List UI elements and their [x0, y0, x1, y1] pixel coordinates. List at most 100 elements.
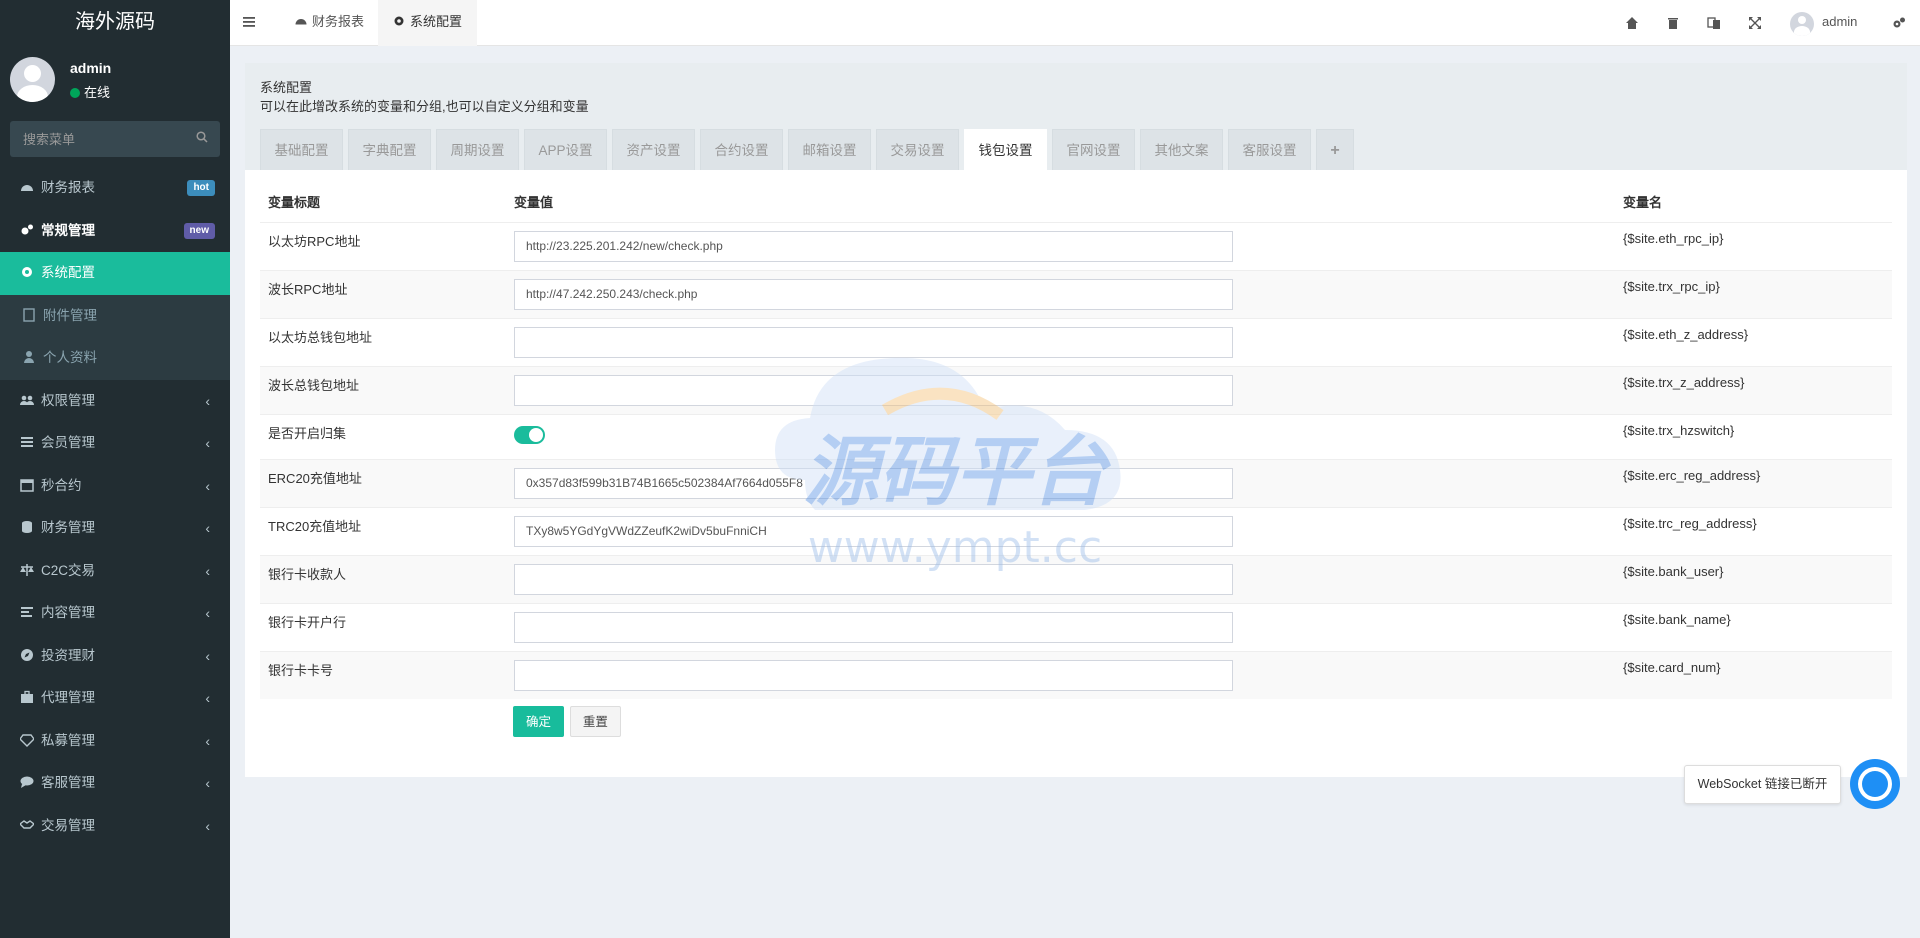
row-title: 银行卡卡号: [260, 650, 506, 699]
bank-user-input[interactable]: [514, 563, 1233, 595]
row-title: 以太坊RPC地址: [260, 221, 506, 270]
new-badge: new: [183, 222, 215, 239]
sidebar-item-investment[interactable]: 投资理财 ‹: [0, 635, 230, 678]
tab-wallet[interactable]: 钱包设置: [964, 129, 1047, 170]
row-var-name: {$site.eth_rpc_ip}: [1615, 221, 1892, 270]
row-var-name: {$site.trx_z_address}: [1615, 365, 1892, 414]
chevron-left-icon: ‹: [205, 435, 210, 451]
row-title: 波长RPC地址: [260, 269, 506, 318]
row-var-name: {$site.card_num}: [1615, 650, 1892, 699]
sidebar-item-private-equity[interactable]: 私募管理 ‹: [0, 720, 230, 763]
table-row: 波长总钱包地址 {$site.trx_z_address}: [260, 365, 1892, 414]
tab-email[interactable]: 邮箱设置: [788, 129, 871, 170]
cogs-icon: [21, 224, 33, 234]
sidebar-item-finance-report[interactable]: 财务报表 hot: [0, 167, 230, 210]
sidebar-item-second-contract[interactable]: 秒合约 ‹: [0, 465, 230, 508]
card-num-input[interactable]: [514, 659, 1233, 691]
sidebar-item-permissions[interactable]: 权限管理 ‹: [0, 380, 230, 423]
tab-trade[interactable]: 交易设置: [876, 129, 959, 170]
websocket-tip: WebSocket 链接已断开: [1684, 765, 1841, 804]
row-var-name: {$site.trx_rpc_ip}: [1615, 269, 1892, 318]
top-header: 财务报表 系统配置 admin: [230, 0, 1920, 46]
tab-period[interactable]: 周期设置: [436, 129, 519, 170]
user-name: admin: [70, 60, 112, 76]
avatar: [10, 57, 55, 102]
panel-heading: 系统配置 可以在此增改系统的变量和分组,也可以自定义分组和变量 基础配置 字典配…: [245, 63, 1907, 170]
app-logo[interactable]: 海外源码: [0, 0, 230, 45]
tab-customer-service[interactable]: 客服设置: [1228, 129, 1311, 170]
table-row: 银行卡开户行 {$site.bank_name}: [260, 602, 1892, 651]
trash-icon[interactable]: [1666, 16, 1680, 30]
col-header-title: 变量标题: [268, 194, 321, 210]
tab-contract[interactable]: 合约设置: [700, 129, 783, 170]
sidebar-item-members[interactable]: 会员管理 ‹: [0, 422, 230, 465]
comment-icon: [20, 776, 34, 788]
tab-other-text[interactable]: 其他文案: [1140, 129, 1223, 170]
chevron-left-icon: ‹: [205, 647, 210, 664]
eth-wallet-input[interactable]: [514, 326, 1233, 358]
menu-toggle-icon[interactable]: [242, 15, 256, 29]
row-title: 是否开启归集: [260, 413, 506, 459]
chevron-left-icon: ‹: [205, 690, 210, 706]
tab-basic[interactable]: 基础配置: [260, 129, 343, 170]
diamond-icon: [20, 733, 34, 747]
sidebar-item-system-config[interactable]: 系统配置: [0, 252, 230, 295]
row-title: 银行卡收款人: [260, 554, 506, 603]
tab-app[interactable]: APP设置: [524, 129, 607, 170]
row-var-name: {$site.bank_name}: [1615, 602, 1892, 651]
tab-asset[interactable]: 资产设置: [612, 129, 695, 170]
tab-dictionary[interactable]: 字典配置: [348, 129, 431, 170]
hot-badge: hot: [187, 180, 215, 196]
balance-scale-icon: [20, 563, 34, 576]
row-var-name: {$site.erc_reg_address}: [1615, 458, 1892, 507]
chevron-left-icon: ‹: [205, 392, 210, 409]
tab-system-config[interactable]: 系统配置: [378, 0, 478, 46]
briefcase-icon: [21, 690, 33, 703]
chat-bubble-icon[interactable]: [1850, 759, 1900, 809]
submit-button[interactable]: 确定: [513, 706, 565, 737]
table-row: 以太坊RPC地址 {$site.eth_rpc_ip}: [260, 221, 1892, 270]
table-row: 是否开启归集 {$site.trx_hzswitch}: [260, 413, 1892, 459]
collect-switch-toggle[interactable]: [514, 425, 545, 444]
config-table: 变量标题 变量值 变量名 以太坊RPC地址 {$site.eth_rpc_ip}…: [260, 181, 1892, 699]
chevron-left-icon: ‹: [205, 732, 210, 749]
tab-finance-report[interactable]: 财务报表: [280, 0, 379, 46]
bank-name-input[interactable]: [514, 611, 1233, 643]
sidebar-item-general[interactable]: 常规管理 new: [0, 210, 230, 253]
row-title: 以太坊总钱包地址: [260, 317, 506, 366]
sidebar-item-content[interactable]: 内容管理 ‹: [0, 592, 230, 635]
config-panel: 系统配置 可以在此增改系统的变量和分组,也可以自定义分组和变量 基础配置 字典配…: [245, 63, 1907, 777]
row-var-name: {$site.trc_reg_address}: [1615, 506, 1892, 555]
sidebar-item-agents[interactable]: 代理管理 ‹: [0, 677, 230, 720]
sidebar-item-profile[interactable]: 个人资料: [0, 337, 230, 380]
eth-rpc-input[interactable]: [514, 230, 1233, 262]
col-header-name: 变量名: [1623, 194, 1663, 210]
menu-search-input[interactable]: [10, 121, 220, 157]
table-row: TRC20充值地址 {$site.trc_reg_address}: [260, 506, 1892, 555]
header-user-name: admin: [1822, 14, 1858, 29]
sidebar-menu: 财务报表 hot 常规管理 new 系统配置 附件管理 个人资料 权限管理 ‹ …: [0, 167, 230, 847]
chevron-left-icon: ‹: [205, 520, 210, 536]
trc20-address-input[interactable]: [514, 515, 1233, 547]
trx-rpc-input[interactable]: [514, 278, 1233, 310]
search-icon[interactable]: [196, 131, 208, 143]
translate-icon[interactable]: [1707, 16, 1721, 30]
row-title: 波长总钱包地址: [260, 365, 506, 414]
trx-wallet-input[interactable]: [514, 374, 1233, 406]
home-icon[interactable]: [1625, 16, 1639, 30]
chevron-left-icon: ‹: [205, 562, 210, 579]
user-panel: admin 在线: [0, 45, 230, 115]
sidebar-item-customer-service[interactable]: 客服管理 ‹: [0, 762, 230, 805]
page-title: 系统配置: [260, 80, 313, 95]
fullscreen-icon[interactable]: [1748, 16, 1762, 30]
add-tab-button[interactable]: +: [1316, 129, 1354, 170]
sidebar-item-c2c[interactable]: C2C交易 ‹: [0, 550, 230, 593]
cogs-icon[interactable]: [1892, 16, 1906, 30]
erc20-address-input[interactable]: [514, 467, 1233, 499]
sidebar-item-finance[interactable]: 财务管理 ‹: [0, 507, 230, 550]
tab-website[interactable]: 官网设置: [1052, 129, 1135, 170]
reset-button[interactable]: 重置: [569, 706, 621, 737]
sidebar-item-attachments[interactable]: 附件管理: [0, 294, 230, 337]
row-var-name: {$site.eth_z_address}: [1615, 317, 1892, 366]
sidebar-item-trading[interactable]: 交易管理 ‹: [0, 805, 230, 848]
